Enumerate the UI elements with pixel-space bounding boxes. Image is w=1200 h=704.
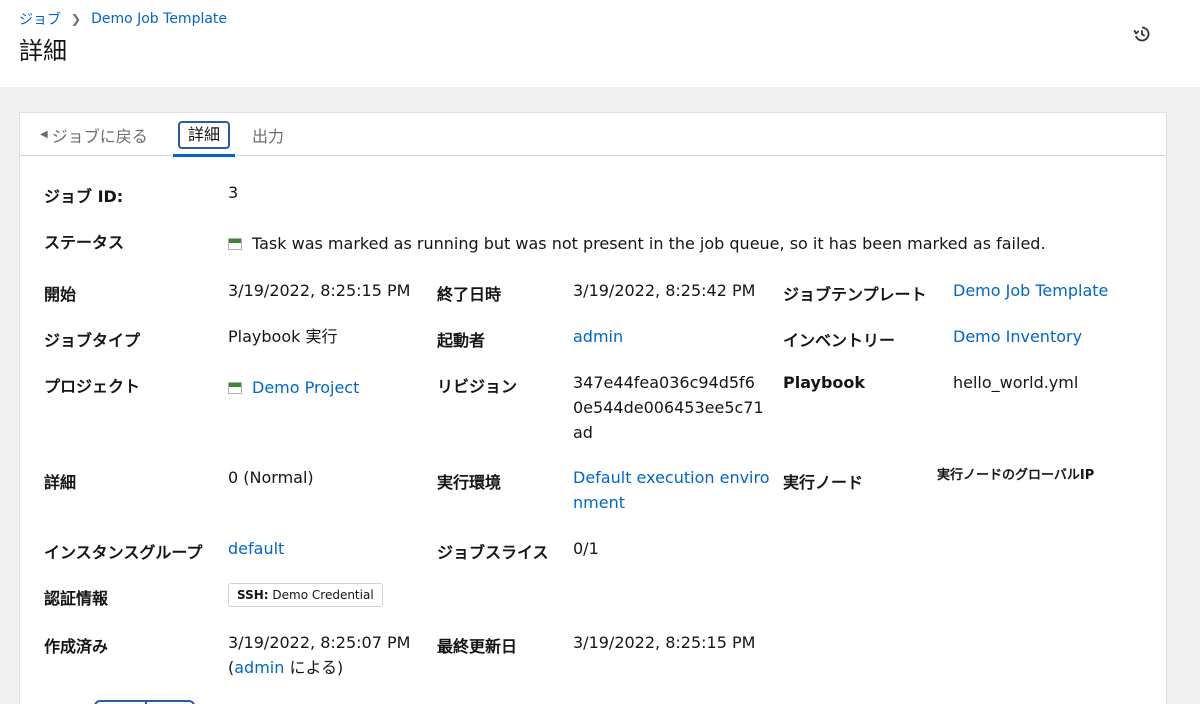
status-label: ステータス	[44, 233, 125, 252]
playbook-label: Playbook	[783, 373, 866, 392]
tab-details[interactable]: 詳細	[173, 113, 235, 157]
job-template-link[interactable]: Demo Job Template	[953, 278, 1108, 303]
revision-line-1: 347e44fea036c94d5f6	[573, 373, 755, 392]
modified-label: 最終更新日	[437, 637, 518, 656]
created-by-user-link[interactable]: admin	[234, 658, 284, 677]
job-slice-value: 0/1	[573, 539, 599, 558]
execution-env-label: 実行環境	[437, 473, 502, 492]
project-label: プロジェクト	[44, 377, 141, 396]
started-label: 開始	[44, 285, 77, 304]
tab-back-label: ジョブに戻る	[51, 126, 148, 146]
instance-group-link[interactable]: default	[228, 536, 284, 561]
status-value: Task was marked as running but was not p…	[228, 231, 1046, 256]
credential-name: Demo Credential	[272, 588, 374, 602]
job-slice-label: ジョブスライス	[437, 543, 549, 562]
project-value: Demo Project	[228, 375, 359, 400]
execution-node-label: 実行ノード	[783, 473, 864, 492]
revision-value: 347e44fea036c94d5f6 0e544de006453ee5c71 …	[573, 370, 764, 445]
launched-by-link[interactable]: admin	[573, 324, 623, 349]
job-details-card: ◀ ジョブに戻る 詳細 出力 ジョブ ID: 3 ステータス Task was …	[19, 112, 1167, 704]
project-status-icon	[228, 382, 242, 394]
partial-toggle-button[interactable]	[94, 700, 195, 704]
modified-value: 3/19/2022, 8:25:15 PM	[573, 633, 756, 652]
execution-node-value: 実行ノードのグローバルIP	[937, 468, 1095, 483]
breadcrumb-job-template-link[interactable]: Demo Job Template	[91, 11, 227, 27]
chevron-right-icon: ❯	[71, 12, 82, 26]
verbosity-label: 詳細	[44, 473, 77, 492]
page-title: 詳細	[19, 37, 67, 65]
job-template-label: ジョブテンプレート	[783, 285, 927, 304]
breadcrumb: ジョブ ❯ Demo Job Template	[19, 9, 227, 29]
execution-env-line-1: Default execution enviro	[573, 468, 770, 487]
inventory-label: インベントリー	[783, 331, 896, 350]
page-header: ジョブ ❯ Demo Job Template 詳細	[0, 0, 1200, 87]
execution-env-link[interactable]: Default execution enviro nment	[573, 465, 770, 515]
history-icon[interactable]	[1130, 22, 1154, 46]
tab-output[interactable]: 出力	[252, 113, 284, 156]
launched-by-label: 起動者	[437, 331, 486, 350]
status-text: Task was marked as running but was not p…	[252, 234, 1046, 253]
caret-left-icon: ◀	[40, 129, 48, 140]
created-by-close: による)	[284, 658, 344, 677]
credentials-label: 認証情報	[44, 589, 109, 608]
finished-label: 終了日時	[437, 285, 502, 304]
created-value: 3/19/2022, 8:25:07 PM (admin による)	[228, 630, 410, 680]
job-id-value: 3	[228, 183, 239, 202]
verbosity-value: 0 (Normal)	[228, 468, 314, 487]
credential-type: SSH:	[237, 588, 269, 602]
created-date: 3/19/2022, 8:25:07 PM	[228, 633, 411, 652]
inventory-link[interactable]: Demo Inventory	[953, 324, 1082, 349]
instance-group-label: インスタンスグループ	[44, 543, 203, 562]
finished-value: 3/19/2022, 8:25:42 PM	[573, 281, 756, 300]
revision-line-3: ad	[573, 423, 593, 442]
job-type-value: Playbook 実行	[228, 327, 338, 346]
started-value: 3/19/2022, 8:25:15 PM	[228, 281, 411, 300]
created-label: 作成済み	[44, 637, 109, 656]
tab-details-label: 詳細	[177, 120, 230, 149]
playbook-value: hello_world.yml	[953, 373, 1079, 392]
credential-chip[interactable]: SSH: Demo Credential	[228, 583, 383, 607]
tab-back-to-jobs[interactable]: ◀ ジョブに戻る	[40, 113, 148, 156]
created-by: (admin による)	[228, 655, 410, 680]
tab-output-label: 出力	[252, 126, 285, 146]
execution-env-line-2: nment	[573, 493, 625, 512]
job-id-label: ジョブ ID:	[44, 187, 124, 206]
breadcrumb-jobs-link[interactable]: ジョブ	[19, 9, 61, 29]
tab-bar: ◀ ジョブに戻る 詳細 出力	[20, 113, 1166, 157]
project-link[interactable]: Demo Project	[252, 378, 359, 397]
job-type-label: ジョブタイプ	[44, 331, 141, 350]
revision-line-2: 0e544de006453ee5c71	[573, 398, 764, 417]
status-failed-icon	[228, 238, 242, 250]
revision-label: リビジョン	[437, 377, 518, 396]
